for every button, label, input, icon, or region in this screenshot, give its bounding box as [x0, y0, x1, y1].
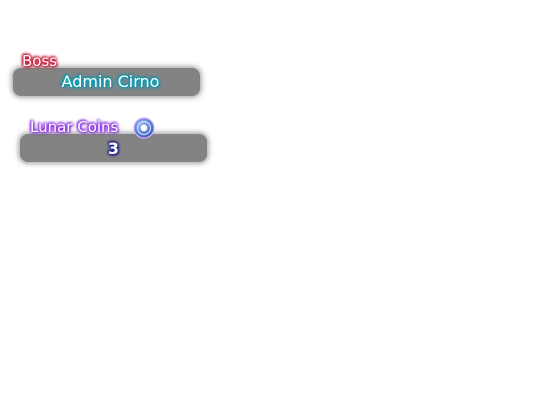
game-hud: Boss Admin Cirno Lunar Coins 3 — [0, 0, 544, 416]
lunar-coins-value: 3 — [107, 139, 120, 158]
boss-label: Boss — [22, 52, 58, 70]
lunar-coin-icon — [133, 117, 155, 139]
boss-name: Admin Cirno — [61, 72, 160, 91]
lunar-coins-label: Lunar Coins — [30, 118, 119, 136]
